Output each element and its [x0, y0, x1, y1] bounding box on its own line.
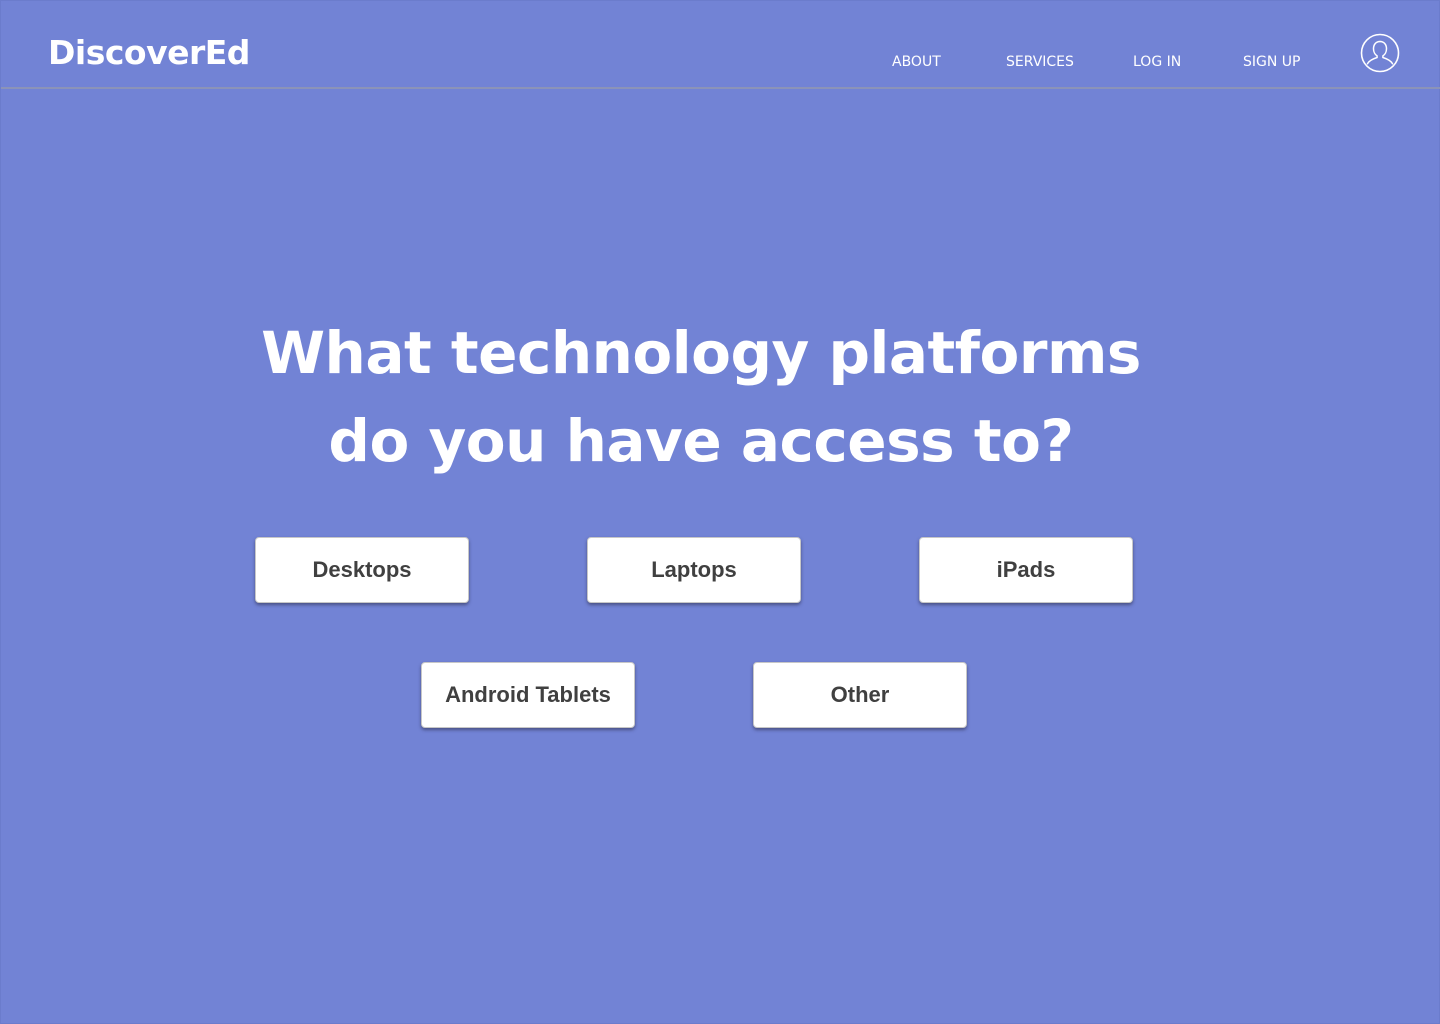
option-laptops-button[interactable]: Laptops: [587, 537, 801, 603]
nav-services-link[interactable]: SERVICES: [1006, 53, 1074, 71]
nav-about-link[interactable]: ABOUT: [892, 53, 941, 71]
brand-logo[interactable]: DiscoverEd: [48, 33, 250, 73]
option-android-tablets-button[interactable]: Android Tablets: [421, 662, 635, 728]
nav-signup-link[interactable]: SIGN UP: [1243, 53, 1300, 71]
page-question-heading: What technology platforms do you have ac…: [1, 309, 1401, 485]
option-ipads-button[interactable]: iPads: [919, 537, 1133, 603]
nav-login-link[interactable]: LOG IN: [1133, 53, 1181, 71]
option-other-button[interactable]: Other: [753, 662, 967, 728]
question-line-2: do you have access to?: [328, 407, 1074, 475]
option-desktops-button[interactable]: Desktops: [255, 537, 469, 603]
top-nav-bar: DiscoverEd ABOUT SERVICES LOG IN SIGN UP: [1, 1, 1440, 89]
user-avatar-icon[interactable]: [1360, 33, 1400, 73]
question-line-1: What technology platforms: [261, 319, 1141, 387]
